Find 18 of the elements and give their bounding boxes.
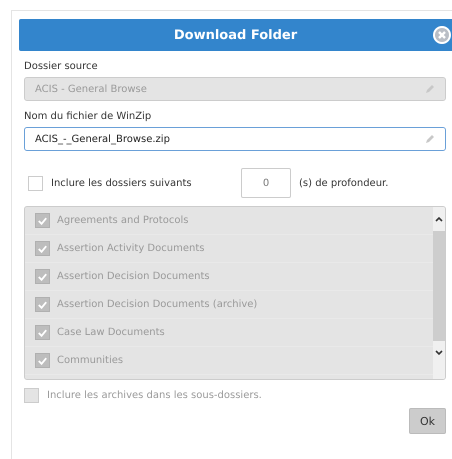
dialog-title: Download Folder xyxy=(174,28,298,42)
ok-button[interactable]: Ok xyxy=(409,408,446,434)
field-label: Dossier source xyxy=(24,61,99,72)
depth-field[interactable]: 0 xyxy=(241,168,291,198)
scroll-down-icon[interactable] xyxy=(434,349,444,357)
field-label: Nom du fichier de WinZip xyxy=(24,111,152,122)
checkbox[interactable] xyxy=(28,176,43,190)
pencil-icon xyxy=(425,134,435,144)
zip-name-field[interactable]: ACIS_-_General_Browse.zip xyxy=(24,127,446,151)
scrollbar[interactable] xyxy=(433,207,445,379)
source-folder-field: ACIS - General Browse xyxy=(24,77,446,101)
scrollbar-thumb[interactable] xyxy=(433,231,445,341)
scroll-up-icon[interactable] xyxy=(434,215,444,223)
checkbox-label: Inclure les archives dans les sous-dossiers. xyxy=(47,390,262,401)
pencil-icon xyxy=(425,84,435,94)
depth-suffix: (s) de profondeur. xyxy=(299,178,388,188)
close-icon[interactable] xyxy=(432,25,452,45)
checkbox-label: Inclure les dossiers suivants xyxy=(51,178,193,188)
